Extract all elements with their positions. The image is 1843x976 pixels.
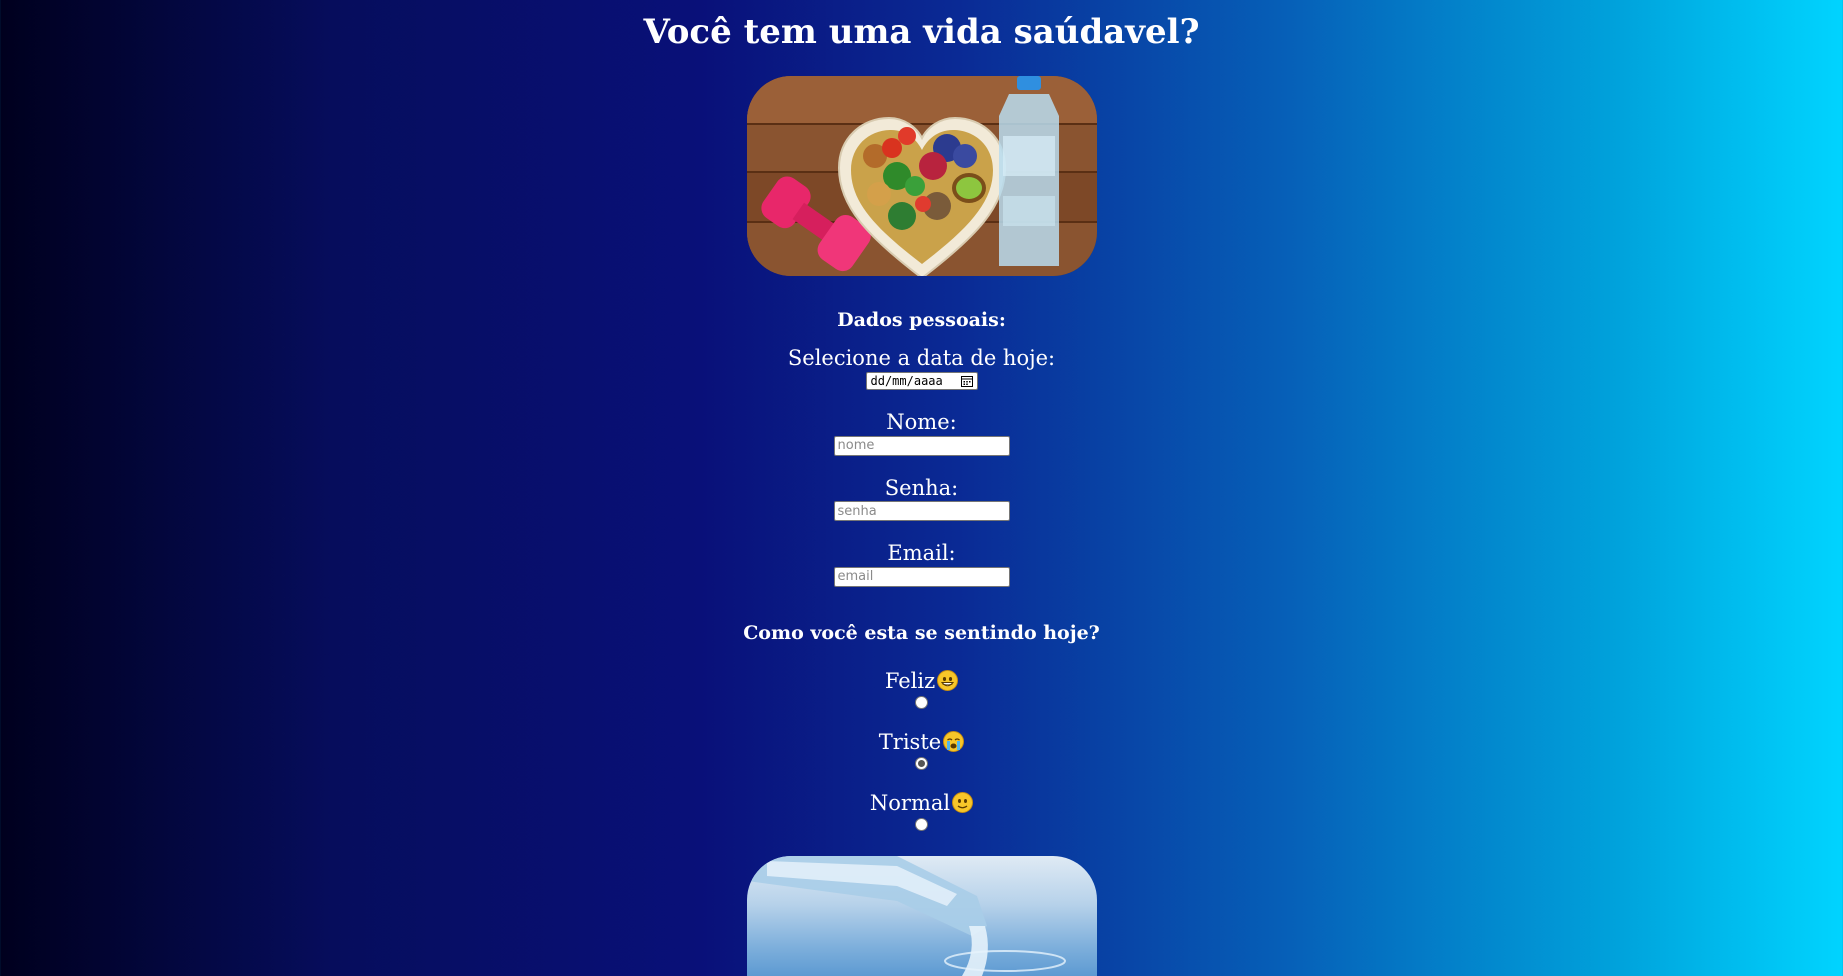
password-label: Senha:: [884, 475, 959, 500]
page-title: Você tem uma vida saúdavel?: [643, 12, 1200, 52]
mood-label-triste: Triste: [878, 729, 942, 754]
mood-option-normal: Normal: [0, 790, 1843, 831]
mood-option-triste: Triste: [0, 729, 1843, 770]
water-bottle-image: [746, 855, 1097, 976]
name-label: Nome:: [886, 410, 957, 434]
page: Você tem uma vida saúdavel? Dados pessoa…: [0, 0, 1843, 976]
date-input[interactable]: dd/mm/aaaa: [865, 372, 978, 390]
name-field: Nome:: [0, 410, 1843, 456]
email-field: Email:: [0, 541, 1843, 587]
email-label: Email:: [887, 541, 956, 565]
mood-heading: Como você esta se sentindo hoje?: [743, 621, 1100, 644]
name-input[interactable]: [833, 435, 1010, 456]
healthy-food-image: [746, 76, 1097, 276]
mood-radio-feliz[interactable]: [915, 695, 928, 709]
password-input[interactable]: [833, 501, 1010, 521]
email-input[interactable]: [833, 566, 1010, 587]
date-placeholder: dd/mm/aaaa: [870, 374, 943, 388]
mood-option-feliz: Feliz: [0, 668, 1843, 709]
slightly-smiling-face-icon: [952, 792, 974, 813]
personal-data-heading: Dados pessoais:: [837, 309, 1006, 331]
mood-radio-normal[interactable]: [915, 817, 928, 831]
date-label: Selecione a data de hoje:: [787, 346, 1056, 370]
calendar-icon[interactable]: [960, 375, 973, 387]
crying-face-icon: [943, 731, 965, 752]
date-field: Selecione a data de hoje: dd/mm/aaaa: [0, 346, 1843, 390]
password-field: Senha:: [0, 475, 1843, 521]
mood-label-feliz: Feliz: [884, 668, 936, 693]
mood-label-normal: Normal: [869, 790, 951, 815]
mood-radio-triste[interactable]: [915, 756, 928, 770]
grinning-face-icon: [937, 670, 959, 691]
